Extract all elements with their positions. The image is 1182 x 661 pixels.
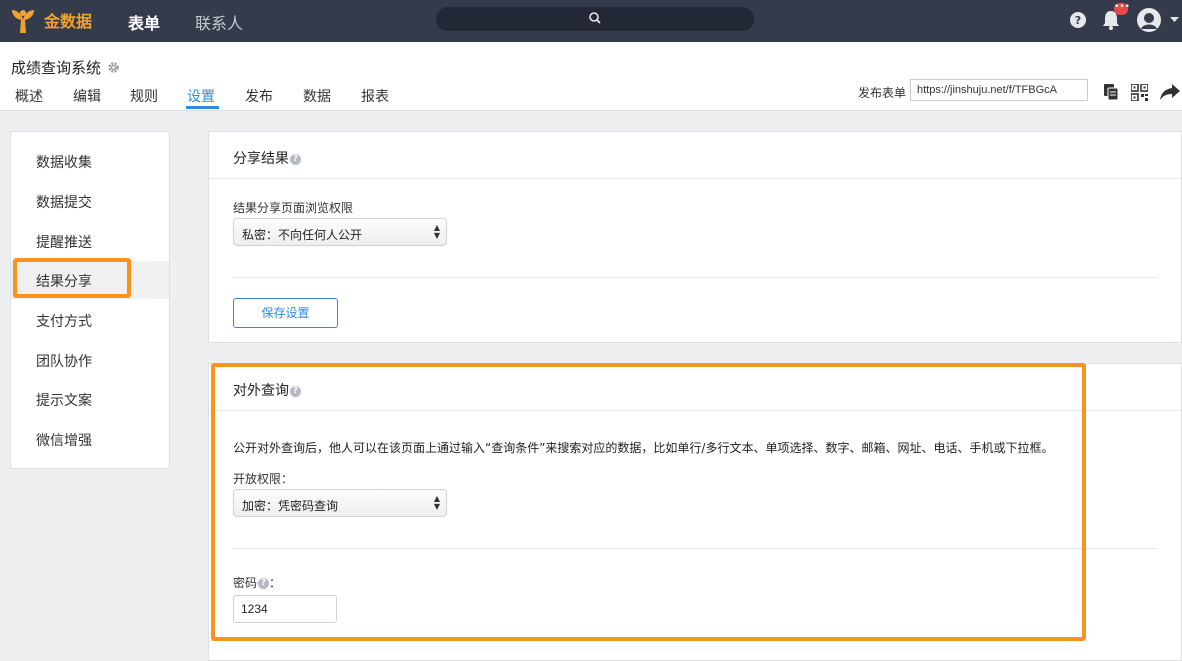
- share-permission-value: 私密：不向任何人公开: [242, 228, 363, 242]
- tab-overview[interactable]: 概述: [15, 86, 43, 106]
- sidebar-item-label: 数据收集: [36, 155, 92, 171]
- sidebar-item-label: 团队协作: [36, 354, 92, 370]
- share-permission-label: 结果分享页面浏览权限: [233, 201, 354, 215]
- nav-contacts[interactable]: 联系人: [195, 10, 243, 34]
- select-arrows-icon: ▲ ▼: [433, 223, 440, 240]
- active-tab-indicator: [186, 106, 219, 109]
- help-icon[interactable]: ?: [290, 153, 301, 165]
- save-settings-button[interactable]: 保存设置: [233, 298, 338, 328]
- share-icon[interactable]: [1160, 84, 1180, 100]
- tab-settings[interactable]: 设置: [187, 86, 215, 106]
- sidebar-item-prompt-text[interactable]: 提示文案: [11, 380, 169, 418]
- tab-data[interactable]: 数据: [303, 86, 331, 106]
- share-permission-select[interactable]: 私密：不向任何人公开 ▲ ▼: [233, 218, 447, 246]
- jinshuju-logo-icon: [12, 10, 34, 33]
- publish-url-field[interactable]: https://jinshuju.net/f/TFBGcA: [910, 79, 1088, 101]
- top-bar: 金数据 表单 联系人 ? •••: [0, 0, 1182, 42]
- svg-text:?: ?: [1075, 14, 1081, 27]
- sidebar-item-data-submission[interactable]: 数据提交: [11, 182, 169, 220]
- sidebar-item-label: 提示文案: [36, 393, 92, 409]
- sidebar-item-wechat[interactable]: 微信增强: [11, 420, 169, 458]
- panel-title: 分享结果?: [233, 148, 301, 168]
- sidebar-highlight-box: [13, 258, 131, 298]
- qrcode-icon[interactable]: [1131, 84, 1148, 101]
- share-results-title: 分享结果: [233, 151, 289, 167]
- tab-reports[interactable]: 报表: [361, 86, 389, 106]
- panel-header: 分享结果?: [209, 132, 1181, 179]
- form-title-text: 成绩查询系统: [11, 59, 102, 77]
- sidebar-item-team[interactable]: 团队协作: [11, 341, 169, 379]
- divider: [233, 277, 1157, 278]
- query-highlight-box: [211, 363, 1086, 641]
- tab-publish[interactable]: 发布: [245, 86, 273, 106]
- share-results-panel: 分享结果? 结果分享页面浏览权限 私密：不向任何人公开 ▲ ▼ 保存设置: [208, 131, 1182, 343]
- sidebar-item-label: 微信增强: [36, 433, 92, 449]
- search-input[interactable]: [436, 7, 754, 31]
- sidebar-item-data-collection[interactable]: 数据收集: [11, 142, 169, 180]
- copy-icon[interactable]: [1104, 84, 1118, 100]
- tab-rules[interactable]: 规则: [130, 86, 158, 106]
- chevron-down-icon[interactable]: [1170, 17, 1179, 23]
- sidebar-item-label: 提醒推送: [36, 235, 92, 251]
- gear-icon[interactable]: [107, 61, 120, 74]
- notification-badge: •••: [1114, 3, 1130, 15]
- sidebar-item-payment[interactable]: 支付方式: [11, 301, 169, 339]
- avatar-icon[interactable]: [1136, 7, 1162, 33]
- help-icon[interactable]: ?: [1069, 11, 1087, 29]
- brand-logo[interactable]: 金数据: [8, 6, 92, 34]
- nav-forms[interactable]: 表单: [128, 10, 160, 34]
- search-icon: [589, 12, 601, 24]
- settings-sidebar: 数据收集 数据提交 提醒推送 结果分享 支付方式 团队协作 提示文案 微信增强: [10, 131, 170, 469]
- sidebar-item-label: 数据提交: [36, 195, 92, 211]
- sidebar-item-reminders[interactable]: 提醒推送: [11, 222, 169, 260]
- sidebar-item-label: 支付方式: [36, 314, 92, 330]
- publish-form-label: 发布表单: [858, 86, 907, 100]
- brand-name: 金数据: [44, 12, 93, 31]
- page-title: 成绩查询系统: [11, 57, 120, 78]
- tab-edit[interactable]: 编辑: [73, 86, 101, 106]
